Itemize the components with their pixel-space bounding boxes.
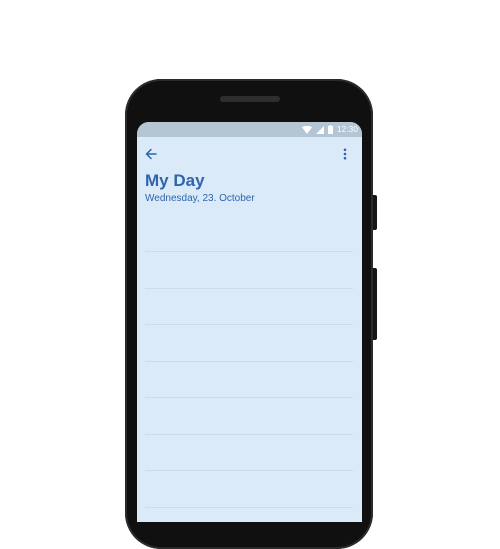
task-row-divider (145, 361, 353, 362)
arrow-left-icon (145, 147, 157, 165)
task-row-divider (145, 434, 353, 435)
task-row-divider (145, 470, 353, 471)
task-row-divider (145, 251, 353, 252)
volume-button (373, 268, 377, 340)
task-row-divider (145, 324, 353, 325)
page-title: My Day (145, 171, 205, 190)
task-row-divider (145, 288, 353, 289)
status-time: 12:30 (336, 125, 358, 134)
status-bar: 12:30 (137, 122, 362, 137)
back-button[interactable] (143, 148, 159, 164)
page-date: Wednesday, 23. October (145, 193, 255, 204)
task-row-divider (145, 397, 353, 398)
task-row-divider (145, 507, 353, 508)
battery-icon (327, 125, 333, 134)
cell-signal-icon (315, 125, 324, 134)
phone-speaker (220, 96, 280, 102)
more-options-button[interactable] (338, 148, 352, 164)
power-button (373, 195, 377, 230)
app-screen: 12:30 My Day Wednesday, 23. October (137, 122, 362, 522)
more-vertical-icon (343, 147, 347, 165)
wifi-icon (301, 125, 312, 134)
